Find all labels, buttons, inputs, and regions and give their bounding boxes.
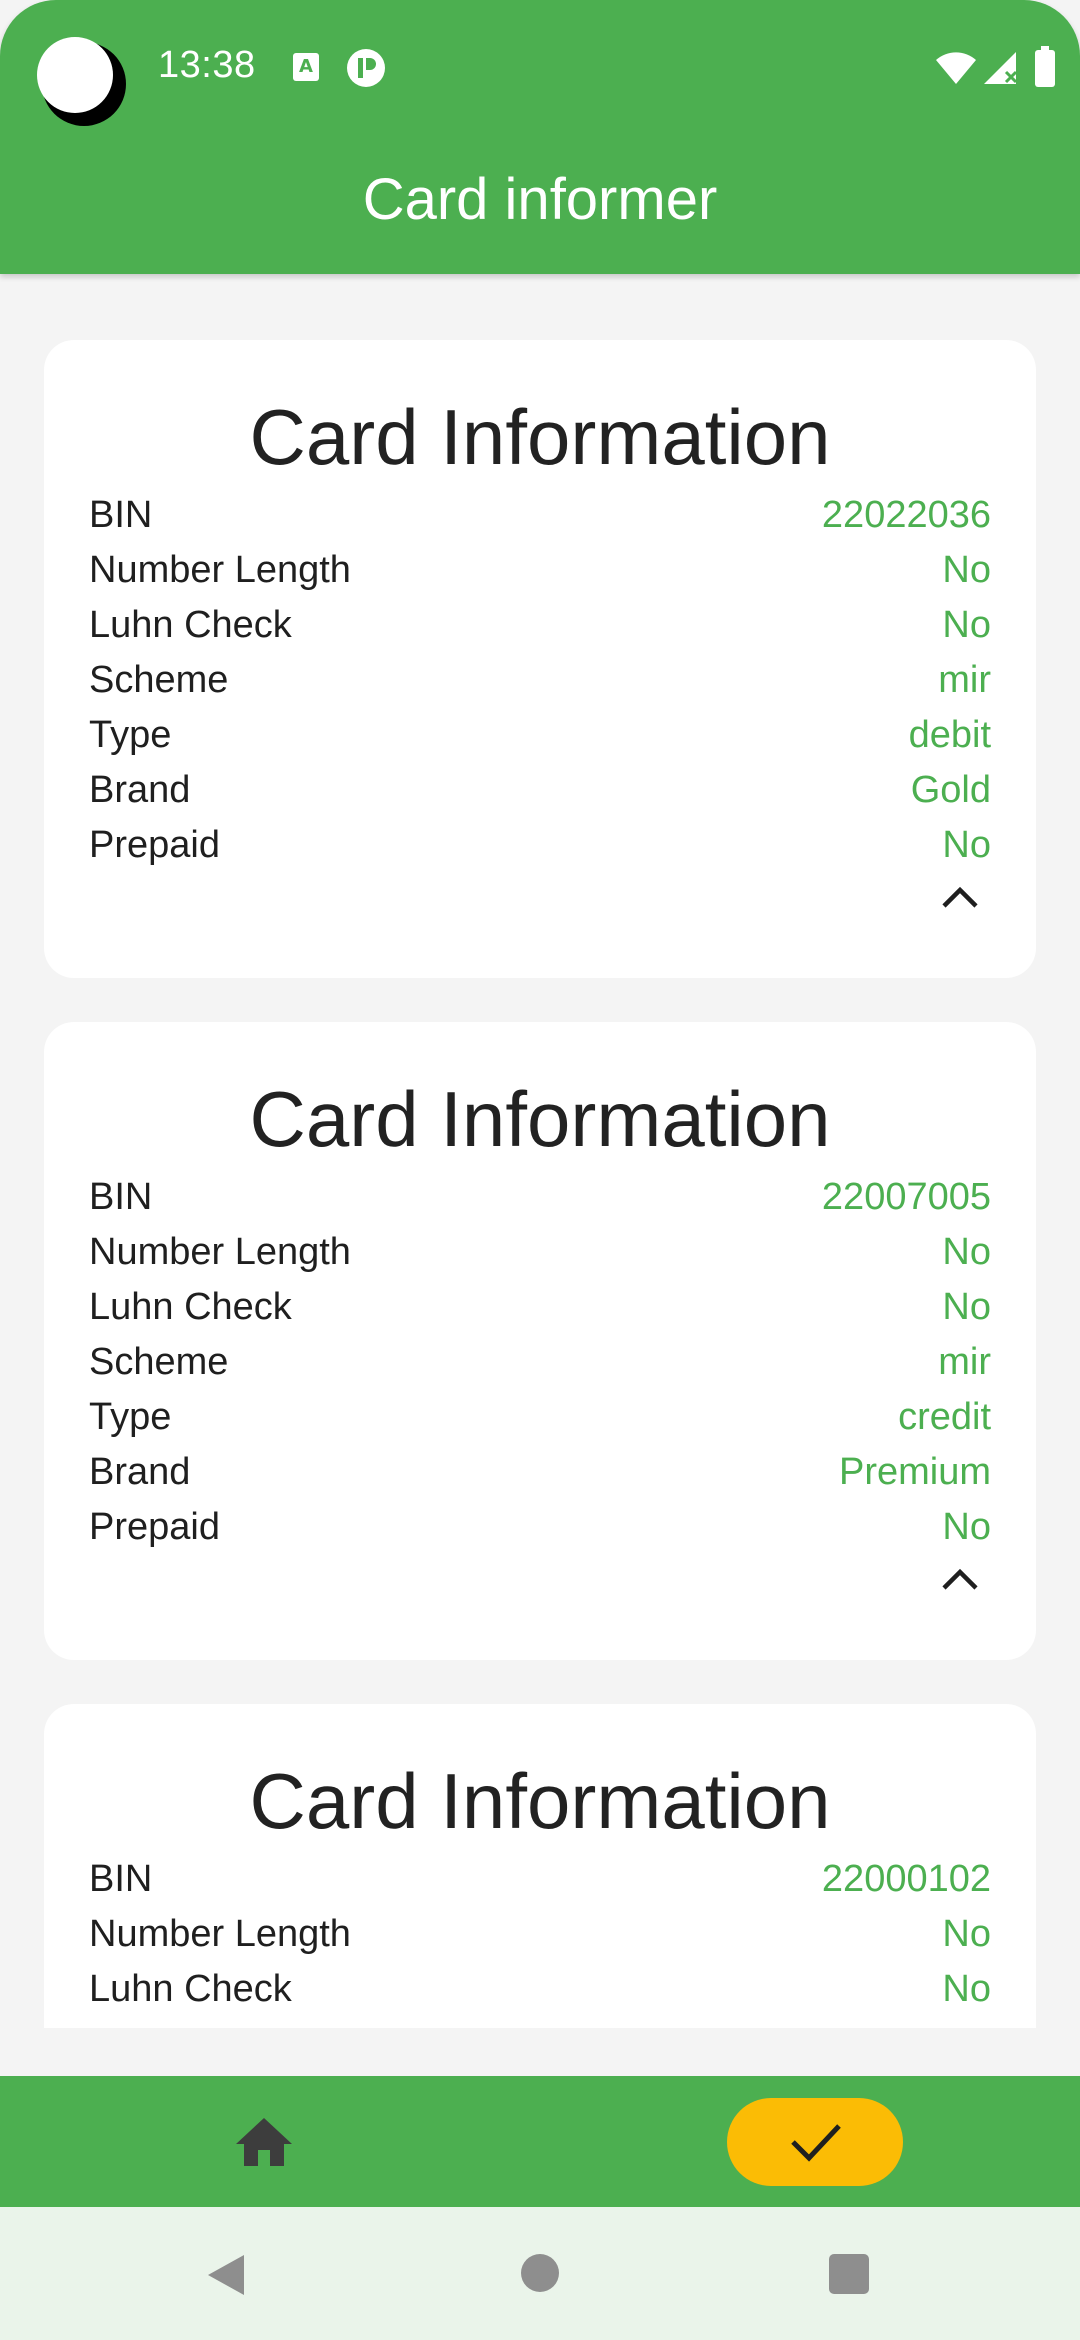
info-row-luhn-check: Luhn Check No (89, 1280, 991, 1335)
status-time: 13:38 (158, 44, 256, 86)
info-row-number-length: Number Length No (89, 543, 991, 598)
row-value: mir (938, 1341, 991, 1383)
info-row-prepaid: Prepaid No (89, 1500, 991, 1555)
info-row-bin: BIN 22007005 (89, 1170, 991, 1225)
row-value: No (942, 1286, 991, 1328)
chevron-up-icon[interactable] (938, 1564, 982, 1594)
info-row-type: Type debit (89, 708, 991, 763)
card-information: Card Information BIN 22000102 Number Len… (44, 1704, 1036, 2028)
card-information: Card Information BIN 22022036 Number Len… (44, 340, 1036, 978)
row-label: BIN (89, 1858, 153, 1900)
chevron-up-icon[interactable] (938, 882, 982, 912)
info-row-luhn-check: Luhn Check No (89, 598, 991, 653)
row-value: Gold (910, 769, 991, 811)
system-navigation-bar (0, 2207, 1080, 2340)
row-label: Brand (89, 1451, 191, 1493)
card-title: Card Information (249, 1757, 831, 1845)
text-a-icon: A (293, 53, 319, 81)
row-label: Type (89, 1396, 172, 1438)
nav-item-check[interactable] (727, 2098, 903, 2186)
row-label: BIN (89, 494, 153, 536)
home-circle-icon[interactable] (520, 2253, 560, 2293)
info-row-number-length: Number Length No (89, 1907, 991, 1962)
card-title: Card Information (249, 1075, 831, 1163)
info-row-bin: BIN 22000102 (89, 1852, 991, 1907)
row-label: Number Length (89, 549, 351, 591)
row-value: No (942, 1506, 991, 1548)
row-value: No (942, 1968, 991, 2010)
row-label: Prepaid (89, 824, 220, 866)
row-label: BIN (89, 1176, 153, 1218)
circle-app-icon (347, 49, 385, 87)
row-value: 22000102 (821, 1858, 991, 1900)
row-value: debit (908, 714, 991, 756)
row-value: No (942, 824, 991, 866)
info-row-brand: Brand Gold (89, 763, 991, 818)
info-row-scheme: Scheme mir (89, 2017, 991, 2028)
row-label: Luhn Check (89, 1286, 292, 1328)
row-value: No (942, 604, 991, 646)
battery-icon (1035, 46, 1055, 87)
back-icon[interactable] (206, 2253, 246, 2297)
row-label: Brand (89, 769, 191, 811)
row-label: Prepaid (89, 1506, 220, 1548)
row-label: Luhn Check (89, 604, 292, 646)
info-row-scheme: Scheme mir (89, 1335, 991, 1390)
row-value: credit (898, 1396, 991, 1438)
card-title: Card Information (249, 393, 831, 481)
row-label: Number Length (89, 1231, 351, 1273)
info-row-type: Type credit (89, 1390, 991, 1445)
info-row-prepaid: Prepaid No (89, 818, 991, 873)
row-value: No (942, 549, 991, 591)
signal-icon (984, 52, 1018, 84)
row-value: mir (938, 2017, 991, 2028)
row-value: 22007005 (821, 1176, 991, 1218)
info-row-brand: Brand Premium (89, 1445, 991, 1500)
check-icon (791, 2124, 841, 2162)
row-value: Premium (838, 1451, 991, 1493)
recents-icon[interactable] (828, 2253, 870, 2295)
row-value: 22022036 (821, 494, 991, 536)
row-value: mir (938, 659, 991, 701)
home-icon[interactable] (234, 2116, 294, 2168)
row-label: Scheme (89, 659, 229, 701)
info-row-bin: BIN 22022036 (89, 488, 991, 543)
row-label: Scheme (89, 2017, 228, 2028)
svg-text:A: A (299, 56, 313, 77)
card-information: Card Information BIN 22007005 Number Len… (44, 1022, 1036, 1660)
card-list[interactable]: Card Information BIN 22022036 Number Len… (0, 274, 1080, 2028)
row-value: No (942, 1231, 991, 1273)
row-label: Luhn Check (89, 1968, 292, 2010)
page-title: Card informer (362, 167, 718, 232)
info-row-scheme: Scheme mir (89, 653, 991, 708)
info-row-luhn-check: Luhn Check No (89, 1962, 991, 2017)
row-label: Scheme (89, 1341, 229, 1383)
camera-cutout-icon (37, 37, 126, 126)
info-row-number-length: Number Length No (89, 1225, 991, 1280)
bottom-navigation (0, 2076, 1080, 2207)
wifi-icon (936, 52, 976, 84)
app-bar: 13:38 A Card informer (0, 0, 1080, 274)
row-label: Type (89, 714, 172, 756)
row-label: Number Length (89, 1913, 351, 1955)
row-value: No (942, 1913, 991, 1955)
